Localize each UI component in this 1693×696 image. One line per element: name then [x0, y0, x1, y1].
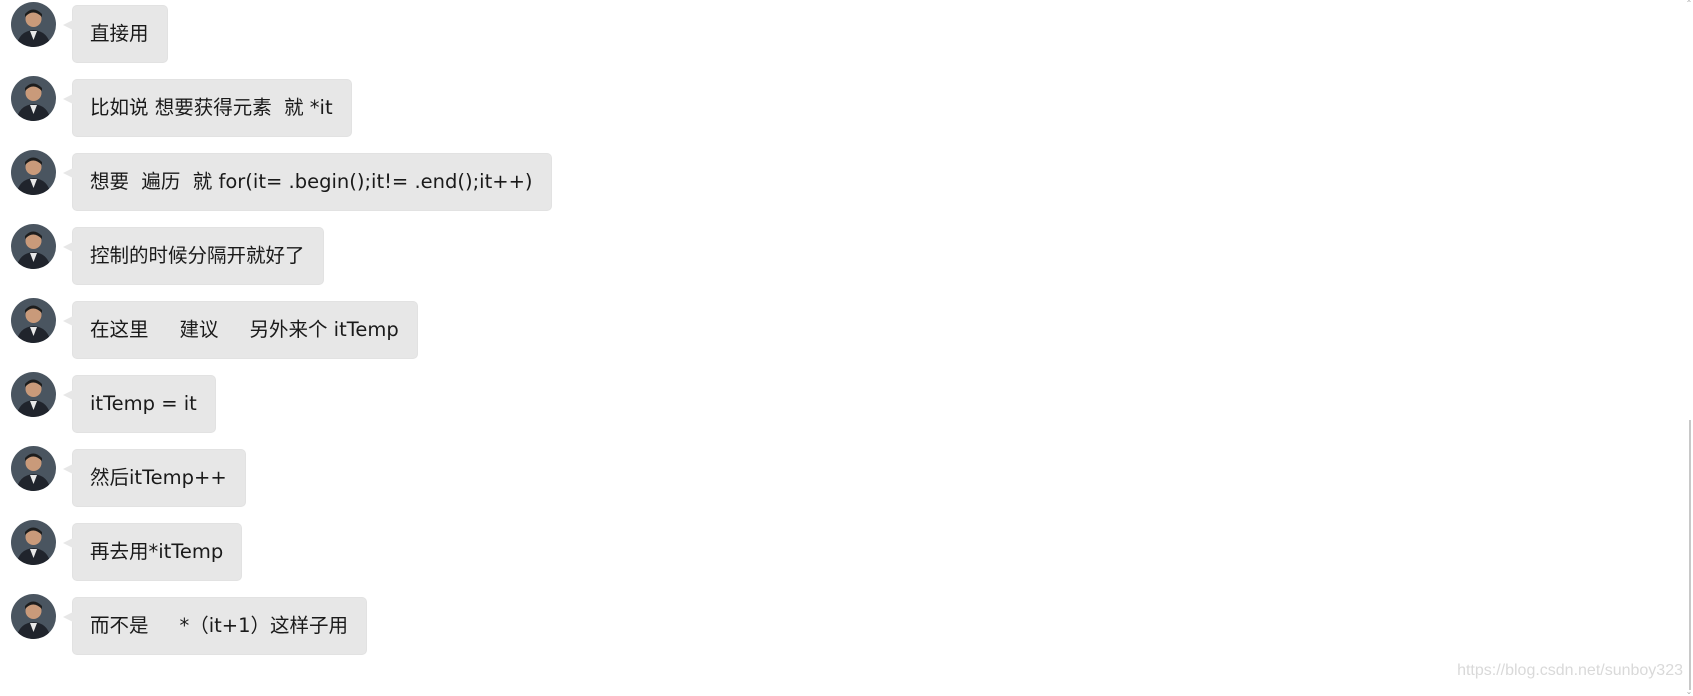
avatar[interactable]	[11, 298, 56, 343]
message-text: 直接用	[90, 22, 149, 45]
message-bubble[interactable]: 想要 遍历 就 for(it= .begin();it!= .end();it+…	[63, 154, 551, 210]
avatar-image	[11, 520, 56, 565]
avatar[interactable]	[11, 372, 56, 417]
message-bubble[interactable]: 比如说 想要获得元素 就 *it	[63, 80, 351, 136]
bubble-tail	[63, 316, 73, 326]
chevron-up-icon[interactable]: ⌃	[1685, 0, 1693, 8]
message-bubble[interactable]: 在这里 建议 另外来个 itTemp	[63, 302, 417, 358]
bubble-tail	[63, 538, 73, 548]
bubble-tail	[63, 242, 73, 252]
avatar[interactable]	[11, 150, 56, 195]
chat-message-list: 直接用 比如说 想要获得元素 就 *it 想要 遍历 就 for(it= .be…	[0, 0, 1693, 696]
avatar-image	[11, 224, 56, 269]
message-text: 再去用*itTemp	[90, 540, 224, 563]
avatar[interactable]	[11, 2, 56, 47]
message-text: 比如说 想要获得元素 就 *it	[90, 96, 333, 119]
avatar-image	[11, 594, 56, 639]
bubble-tail	[63, 390, 73, 400]
message-bubble[interactable]: 然后itTemp++	[63, 450, 245, 506]
message-text: 在这里 建议 另外来个 itTemp	[90, 318, 399, 341]
scrollbar-thumb[interactable]	[1689, 420, 1691, 690]
watermark: https://blog.csdn.net/sunboy323	[1457, 662, 1683, 679]
bubble-tail	[63, 94, 73, 104]
avatar-image	[11, 372, 56, 417]
avatar[interactable]	[11, 224, 56, 269]
avatar-image	[11, 2, 56, 47]
avatar[interactable]	[11, 594, 56, 639]
avatar[interactable]	[11, 520, 56, 565]
avatar-image	[11, 298, 56, 343]
avatar-image	[11, 150, 56, 195]
chevron-down-icon[interactable]: ⌄	[1685, 688, 1693, 696]
message-text: 想要 遍历 就 for(it= .begin();it!= .end();it+…	[90, 170, 533, 193]
avatar[interactable]	[11, 446, 56, 491]
message-text: 而不是 *（it+1）这样子用	[90, 614, 349, 637]
avatar[interactable]	[11, 76, 56, 121]
message-text: itTemp = it	[90, 392, 197, 415]
message-text: 控制的时候分隔开就好了	[90, 244, 305, 267]
message-bubble[interactable]: 控制的时候分隔开就好了	[63, 228, 323, 284]
bubble-tail	[63, 612, 73, 622]
message-bubble[interactable]: 再去用*itTemp	[63, 524, 242, 580]
avatar-image	[11, 76, 56, 121]
bubble-tail	[63, 20, 73, 30]
scrollbar[interactable]: ⌃ ⌄	[1685, 0, 1693, 696]
bubble-tail	[63, 464, 73, 474]
bubble-tail	[63, 168, 73, 178]
message-bubble[interactable]: 而不是 *（it+1）这样子用	[63, 598, 367, 654]
message-bubble[interactable]: 直接用	[63, 6, 167, 62]
avatar-image	[11, 446, 56, 491]
message-bubble[interactable]: itTemp = it	[63, 376, 215, 432]
message-text: 然后itTemp++	[90, 466, 227, 489]
